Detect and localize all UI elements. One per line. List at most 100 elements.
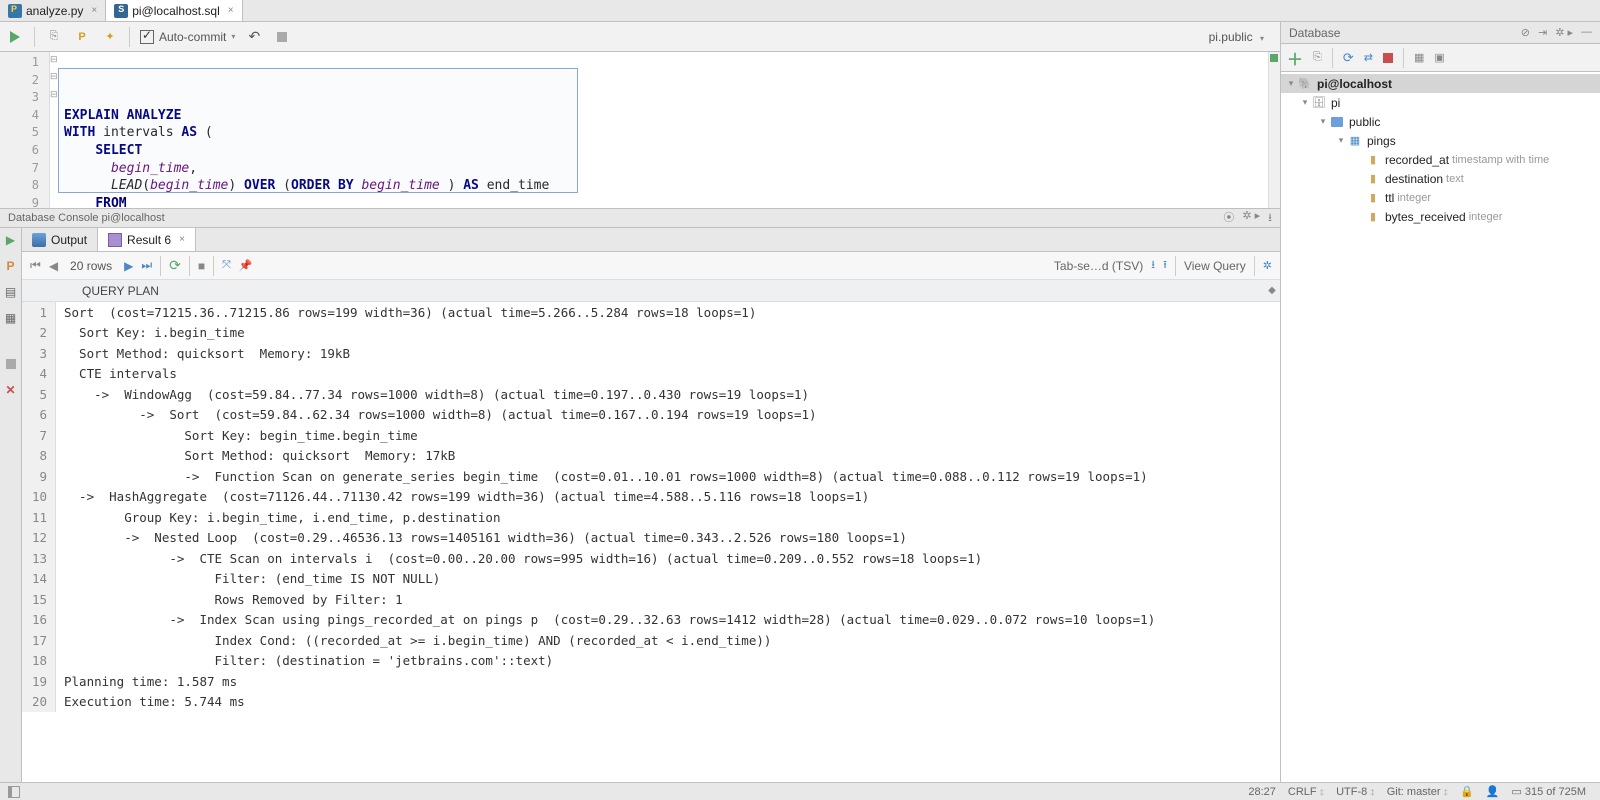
sync-icon[interactable]: ⇄ bbox=[1364, 51, 1373, 64]
tree-table[interactable]: ▾ ▦ pings bbox=[1281, 131, 1600, 150]
layout-icon[interactable]: ▤ bbox=[3, 284, 19, 300]
plan-row[interactable]: 4 CTE intervals bbox=[22, 364, 1280, 385]
close-icon[interactable]: × bbox=[228, 5, 234, 16]
plan-row[interactable]: 19 Planning time: 1.587 ms bbox=[22, 671, 1280, 692]
file-encoding[interactable]: UTF-8 bbox=[1330, 786, 1381, 798]
tree-label: pi@localhost bbox=[1317, 77, 1392, 91]
plan-row[interactable]: 14 Filter: (end_time IS NOT NULL) bbox=[22, 569, 1280, 590]
table-view-icon[interactable]: ▦ bbox=[1414, 51, 1424, 64]
fold-icon[interactable]: ⊟ bbox=[50, 54, 58, 65]
plan-row[interactable]: 7 Sort Key: begin_time.begin_time bbox=[22, 425, 1280, 446]
rollback-button[interactable]: ↶ bbox=[245, 28, 263, 46]
refresh-icon[interactable]: ⟳ bbox=[1343, 50, 1354, 66]
hide-icon[interactable]: — bbox=[1581, 26, 1592, 39]
run-icon[interactable]: ▶ bbox=[3, 232, 19, 248]
layout2-icon[interactable]: ▦ bbox=[3, 310, 19, 326]
plan-row[interactable]: 5 -> WindowAgg (cost=59.84..77.34 rows=1… bbox=[22, 384, 1280, 405]
plan-row[interactable]: 3 Sort Method: quicksort Memory: 19kB bbox=[22, 343, 1280, 364]
format-selector[interactable]: Tab-se…d (TSV) bbox=[1054, 259, 1143, 273]
db-tree[interactable]: ▾ 🐘 pi@localhost ▾ 🗄 pi ▾ public ▾ ▦ pin… bbox=[1281, 72, 1600, 782]
caret-position[interactable]: 28:27 bbox=[1242, 786, 1282, 798]
first-page-icon[interactable]: ⏮ bbox=[30, 258, 41, 273]
close-icon[interactable]: × bbox=[91, 5, 97, 16]
stop-icon[interactable] bbox=[1383, 53, 1393, 63]
gear-icon[interactable]: ✲ ▸ bbox=[1242, 209, 1260, 228]
plan-row[interactable]: 20 Execution time: 5.744 ms bbox=[22, 692, 1280, 713]
database-icon: 🗄 bbox=[1311, 96, 1327, 110]
query-plan-grid[interactable]: 1 Sort (cost=71215.36..71215.86 rows=199… bbox=[22, 302, 1280, 782]
plan-row[interactable]: 10 -> HashAggregate (cost=71126.44..7113… bbox=[22, 487, 1280, 508]
export-icon[interactable]: ⭳ bbox=[1151, 256, 1155, 275]
tab-sql[interactable]: pi@localhost.sql × bbox=[106, 0, 242, 21]
tab-output[interactable]: Output bbox=[22, 228, 98, 251]
cancel-icon[interactable]: ✕ bbox=[3, 382, 19, 398]
plan-row[interactable]: 6 -> Sort (cost=59.84..62.34 rows=1000 w… bbox=[22, 405, 1280, 426]
gear-icon[interactable]: ✲ ▸ bbox=[1555, 26, 1573, 39]
compare-icon[interactable]: ⤧ bbox=[222, 259, 231, 272]
tool-window-icon[interactable] bbox=[8, 786, 20, 798]
plan-row[interactable]: 18 Filter: (destination = 'jetbrains.com… bbox=[22, 651, 1280, 672]
inspector-icon[interactable]: 👤 bbox=[1480, 785, 1506, 798]
plan-text: CTE intervals bbox=[56, 366, 177, 381]
tree-datasource[interactable]: ▾ 🐘 pi@localhost bbox=[1281, 74, 1600, 93]
chevron-down-icon[interactable]: ▾ bbox=[1299, 97, 1311, 108]
commit-button[interactable] bbox=[273, 28, 291, 46]
parameters-button[interactable]: P bbox=[73, 28, 91, 46]
tree-column[interactable]: ▮ bytes_received integer bbox=[1281, 207, 1600, 226]
pin-icon[interactable]: ⦿ bbox=[1223, 209, 1234, 228]
fold-icon[interactable]: ⊟ bbox=[50, 89, 58, 100]
close-icon[interactable]: × bbox=[179, 234, 185, 245]
plan-row[interactable]: 12 -> Nested Loop (cost=0.29..46536.13 r… bbox=[22, 528, 1280, 549]
last-page-icon[interactable]: ⏭ bbox=[141, 258, 152, 273]
stop-icon[interactable] bbox=[3, 356, 19, 372]
parameters-icon[interactable]: P bbox=[3, 258, 19, 274]
refresh-icon[interactable]: ⟳ bbox=[169, 257, 181, 274]
tab-result[interactable]: Result 6 × bbox=[98, 228, 196, 251]
collapse-icon[interactable]: ⊘ bbox=[1521, 26, 1530, 39]
plan-row[interactable]: 13 -> CTE Scan on intervals i (cost=0.00… bbox=[22, 548, 1280, 569]
plan-row[interactable]: 2 Sort Key: i.begin_time bbox=[22, 323, 1280, 344]
tab-analyze-py[interactable]: analyze.py × bbox=[0, 0, 106, 21]
editor-content[interactable]: EXPLAIN ANALYZE WITH intervals AS ( SELE… bbox=[60, 52, 1280, 208]
chevron-down-icon[interactable]: ▾ bbox=[1335, 135, 1347, 146]
explain-button[interactable]: ⎘ bbox=[45, 28, 63, 46]
git-branch[interactable]: Git: master bbox=[1381, 786, 1454, 798]
plan-row[interactable]: 16 -> Index Scan using pings_recorded_at… bbox=[22, 610, 1280, 631]
plan-text: -> WindowAgg (cost=59.84..77.34 rows=100… bbox=[56, 387, 809, 402]
console-icon[interactable]: ▣ bbox=[1434, 51, 1444, 64]
plan-row[interactable]: 9 -> Function Scan on generate_series be… bbox=[22, 466, 1280, 487]
plan-row[interactable]: 1 Sort (cost=71215.36..71215.86 rows=199… bbox=[22, 302, 1280, 323]
memory-indicator[interactable]: ▭ 315 of 725M bbox=[1505, 785, 1592, 798]
tree-database[interactable]: ▾ 🗄 pi bbox=[1281, 93, 1600, 112]
split-icon[interactable]: ⇥ bbox=[1538, 26, 1547, 39]
chevron-down-icon[interactable]: ▾ bbox=[1317, 116, 1329, 127]
view-query-button[interactable]: View Query bbox=[1184, 259, 1246, 273]
plan-row[interactable]: 17 Index Cond: ((recorded_at >= i.begin_… bbox=[22, 630, 1280, 651]
import-icon[interactable]: ⭱ bbox=[1163, 256, 1167, 275]
fold-icon[interactable]: ⊟ bbox=[50, 71, 58, 82]
next-page-icon[interactable]: ▶ bbox=[124, 259, 133, 273]
settings-button[interactable]: ✦ bbox=[101, 28, 119, 46]
duplicate-icon[interactable]: ⎘ bbox=[1313, 51, 1322, 64]
download-icon[interactable]: ⭳ bbox=[1268, 209, 1272, 228]
plan-row[interactable]: 15 Rows Removed by Filter: 1 bbox=[22, 589, 1280, 610]
settings-icon[interactable]: ✲ bbox=[1263, 259, 1272, 272]
pin-icon[interactable]: 📌 bbox=[239, 259, 253, 272]
add-datasource-icon[interactable]: ＋ bbox=[1287, 46, 1303, 70]
lock-icon[interactable]: 🔒 bbox=[1454, 785, 1480, 798]
plan-row[interactable]: 8 Sort Method: quicksort Memory: 17kB bbox=[22, 446, 1280, 467]
chevron-down-icon[interactable]: ▾ bbox=[1285, 78, 1297, 89]
stop-result-icon[interactable]: ■ bbox=[198, 259, 205, 273]
tree-schema[interactable]: ▾ public bbox=[1281, 112, 1600, 131]
line-separator[interactable]: CRLF bbox=[1282, 786, 1330, 798]
sort-icon[interactable]: ◆ bbox=[1264, 285, 1280, 296]
tree-column[interactable]: ▮ recorded_at timestamp with time bbox=[1281, 150, 1600, 169]
plan-row[interactable]: 11 Group Key: i.begin_time, i.end_time, … bbox=[22, 507, 1280, 528]
tree-column[interactable]: ▮ destination text bbox=[1281, 169, 1600, 188]
prev-page-icon[interactable]: ◀ bbox=[49, 259, 58, 273]
schema-selector[interactable]: pi.public ▾ bbox=[1209, 30, 1274, 44]
sql-editor[interactable]: 123456789 ⊟ ⊟ ⊟ EXPLAIN ANALYZE WITH int… bbox=[0, 52, 1280, 208]
tree-column[interactable]: ▮ ttl integer bbox=[1281, 188, 1600, 207]
autocommit-toggle[interactable]: Auto-commit ▾ bbox=[140, 30, 235, 44]
run-button[interactable] bbox=[6, 28, 24, 46]
